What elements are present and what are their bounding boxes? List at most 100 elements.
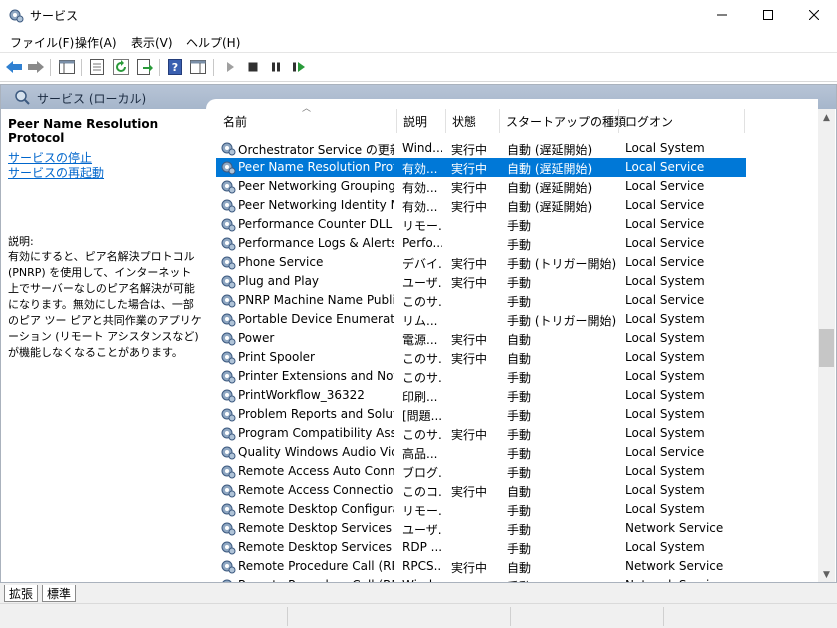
table-row[interactable]: Plug and Play ユーザ... 実行中 手動 Local System [216,272,746,291]
service-status-cell: 実行中 [451,181,488,195]
close-button[interactable] [791,0,837,30]
start-service-button[interactable] [221,58,239,76]
scroll-down-icon[interactable]: ▼ [818,566,835,583]
minimize-button[interactable] [699,0,745,30]
help-button[interactable]: ? [166,58,184,76]
table-row[interactable]: Orchestrator Service の更新 Wind... 実行中 自動 (遅延… [216,139,746,158]
service-startup-cell: 手動 (トリガー開始) [507,257,617,271]
service-startup-cell: 手動 [507,504,532,518]
service-startup-cell: 手動 [507,542,532,556]
table-row[interactable]: Remote Desktop Services ユーザ... 手動 Network S… [216,519,746,538]
back-icon [6,61,22,73]
service-gear-icon [221,446,236,460]
forward-icon [28,61,44,73]
table-row[interactable]: Problem Reports and Soluti... [問題... 手動 Loc… [216,405,746,424]
menu-bar: ファイル(F) 操作(A) 表示(V) ヘルプ(H) [0,30,837,52]
menu-file[interactable]: ファイル(F) [10,34,74,51]
close-icon [809,10,819,20]
column-logon[interactable]: ログオン [625,113,673,130]
table-row[interactable]: Printer Extensions and Notif... このサ... 手動 L… [216,367,746,386]
search-services-icon [15,90,30,105]
column-description[interactable]: 説明 [403,113,427,130]
service-startup-cell: 手動 (トリガー開始) [507,314,617,328]
vertical-scrollbar[interactable]: ▲ ▼ [818,109,835,583]
service-gear-icon [221,465,236,479]
table-row[interactable]: Remote Desktop Configurat... リモー... 手動 Loca… [216,500,746,519]
list-rows: Orchestrator Service の更新 Wind... 実行中 自動 (遅延… [206,139,818,583]
table-row[interactable]: Portable Device Enumerator... リム... 手動 (トリ… [216,310,746,329]
service-name-cell: Peer Networking Identity M... [238,198,394,212]
service-startup-cell: 手動 [507,390,532,404]
column-status[interactable]: 状態 [452,113,476,130]
column-name[interactable]: 名前 [223,113,247,130]
table-row[interactable]: Performance Counter DLL H... リモー... 手動 Loca… [216,215,746,234]
refresh-button[interactable] [112,58,130,76]
service-description-cell: [問題... [402,409,442,423]
service-description: 有効にすると、ピア名解決プロトコル (PNRP) を使用して、インターネット上で… [8,250,203,359]
menu-help[interactable]: ヘルプ(H) [186,34,240,51]
table-row[interactable]: PNRP Machine Name Publi... このサ... 手動 Local … [216,291,746,310]
main-content: サービス (ローカル) Peer Name Resolution Protoco… [0,84,837,584]
table-row[interactable]: Program Compatibility Assis... このサ... 実行中 手… [216,424,746,443]
table-row[interactable]: PrintWorkflow_36322 印刷... 手動 Local System [216,386,746,405]
table-row[interactable]: Print Spooler このサ... 実行中 自動 Local System [216,348,746,367]
service-description-cell: ブログ... [402,466,442,480]
service-gear-icon [221,503,236,517]
export-list-button[interactable] [136,58,154,76]
show-hide-tree-button[interactable] [58,58,76,76]
service-description-cell: リモー... [402,219,442,233]
services-gear-icon [9,9,24,23]
action-pane-button[interactable] [189,58,207,76]
properties-button[interactable] [88,58,106,76]
service-logon-cell: Local Service [625,236,705,250]
restart-service-link[interactable]: サービスの再起動 [8,164,104,181]
stop-service-button[interactable] [244,58,262,76]
service-logon-cell: Local Service [625,160,705,174]
table-row[interactable]: Performance Logs & Alerts Perfo... 手動 Local… [216,234,746,253]
table-row[interactable]: Remote Procedure Call (RPC) RPCS... 実行中 自動 N… [216,557,746,576]
table-row[interactable]: Peer Name Resolution Prot... 有効... 実行中 自動 (… [216,158,746,177]
table-row[interactable]: Remote Desktop Services Us... RDP ... 手動 Lo… [216,538,746,557]
service-logon-cell: Local Service [625,217,705,231]
service-name-cell: Print Spooler [238,350,315,364]
scroll-up-icon[interactable]: ▲ [818,109,835,126]
service-status-cell: 実行中 [451,162,488,176]
menu-action[interactable]: 操作(A) [75,34,117,51]
tab-standard[interactable]: 標準 [42,585,77,602]
service-status-cell: 実行中 [451,352,488,366]
service-logon-cell: Local System [625,426,705,440]
service-startup-cell: 自動 (遅延開始) [507,200,593,214]
service-startup-cell: 自動 (遅延開始) [507,143,593,157]
column-startup-type[interactable]: スタートアップの種類 [506,113,626,130]
service-description-cell: 有効... [402,200,438,214]
service-startup-cell: 手動 [507,447,532,461]
service-startup-cell: 自動 [507,485,532,499]
service-startup-cell: 自動 [507,352,532,366]
scroll-thumb[interactable] [819,329,834,367]
table-row[interactable]: Peer Networking Identity M... 有効... 実行中 自動 … [216,196,746,215]
table-row[interactable]: Power 電源... 実行中 自動 Local System [216,329,746,348]
table-row[interactable]: Peer Networking Grouping 有効... 実行中 自動 (遅延開始… [216,177,746,196]
maximize-icon [763,10,773,20]
panel-title: サービス (ローカル) [37,92,147,106]
service-logon-cell: Local System [625,540,705,554]
tab-extended[interactable]: 拡張 [4,585,39,602]
table-row[interactable]: Remote Access Connection ... このコ... 実行中 自動 L… [216,481,746,500]
restart-service-button[interactable] [290,58,308,76]
service-name-cell: Quality Windows Audio Vid... [238,445,394,459]
table-row[interactable]: Quality Windows Audio Vid... 高品... 手動 Local… [216,443,746,462]
service-logon-cell: Local System [625,331,705,345]
forward-button[interactable] [27,58,45,76]
service-name-cell: PNRP Machine Name Publi... [238,293,394,307]
service-logon-cell: Local System [625,350,705,364]
menu-view[interactable]: 表示(V) [131,34,173,51]
back-button[interactable] [5,58,23,76]
service-gear-icon [221,275,236,289]
table-row[interactable]: Remote Access Auto Conne... ブログ... 手動 Local… [216,462,746,481]
service-logon-cell: Local System [625,483,705,497]
window-title: サービス [30,9,79,23]
maximize-button[interactable] [745,0,791,30]
service-status-cell: 実行中 [451,143,488,157]
pause-service-button[interactable] [267,58,285,76]
table-row[interactable]: Phone Service デバイ... 実行中 手動 (トリガー開始) Local S… [216,253,746,272]
